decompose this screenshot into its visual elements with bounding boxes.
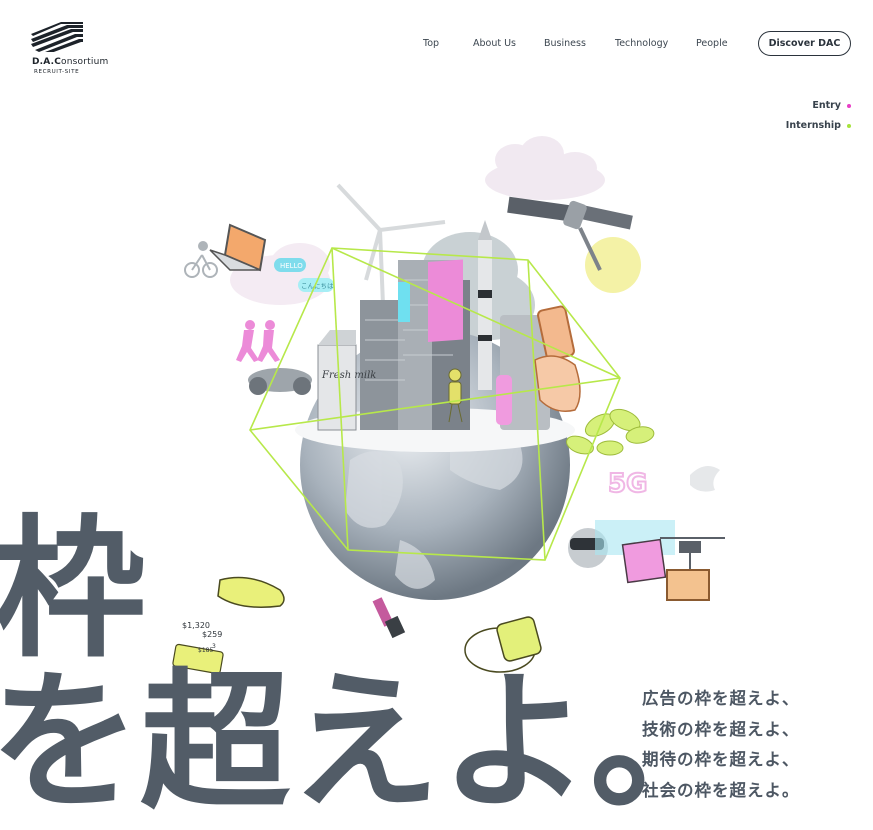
hero-heading-line1: 枠 <box>0 501 146 678</box>
lipstick-icon <box>372 597 406 639</box>
hero-heading-line2: を超えよ。 <box>0 656 741 830</box>
svg-text:3: 3 <box>212 643 216 650</box>
plant-leaves-icon <box>566 408 655 456</box>
logo-wordmark: D.A.Consortium <box>32 57 109 67</box>
tagline-line: 技術の枠を超えよ、 <box>642 719 800 739</box>
hello-bubble: HELLO <box>274 258 306 272</box>
bottle-icon <box>496 375 512 425</box>
entry-link[interactable]: Entry <box>812 100 851 111</box>
hand-phone-icon <box>534 305 581 412</box>
nav-item-people[interactable]: People <box>696 38 728 49</box>
svg-text:$1,320: $1,320 <box>182 621 210 630</box>
logo-stripes-icon <box>31 22 83 52</box>
cloud-icon <box>485 136 605 200</box>
nav-item-technology[interactable]: Technology <box>615 38 668 49</box>
cyclist-icon <box>184 241 218 278</box>
nav-item-top[interactable]: Top <box>423 38 439 49</box>
tagline: 広告の枠を超えよ、 技術の枠を超えよ、 期待の枠を超えよ、 社会の枠を超えよ。 <box>642 684 873 806</box>
svg-text:Fresh milk: Fresh milk <box>321 370 376 381</box>
5g-label: 5G <box>608 469 647 499</box>
logo-subtitle: RECRUIT-SITE <box>34 69 80 75</box>
site-logo[interactable]: D.A.Consortium RECRUIT-SITE <box>31 22 108 78</box>
entry-label: Entry <box>812 100 841 111</box>
tagline-line: 広告の枠を超えよ、 <box>642 689 800 708</box>
entry-dot-icon <box>847 103 851 108</box>
discover-dac-button[interactable]: Discover DAC <box>758 31 851 56</box>
shopping-bag-icon <box>621 538 667 584</box>
hero-collage-illustration: Fresh milk HELLO こんにちは 5G $1,320 $259 $1… <box>172 136 725 675</box>
tagline-line: 期待の枠を超えよ、 <box>642 750 800 769</box>
laptop-icon <box>209 223 267 272</box>
internship-label: Internship <box>785 120 841 131</box>
internship-dot-icon <box>847 123 851 128</box>
internship-link[interactable]: Internship <box>786 120 851 131</box>
svg-text:こんにちは: こんにちは <box>301 282 334 290</box>
nav-item-about-us[interactable]: About Us <box>473 38 516 49</box>
svg-text:$259: $259 <box>202 630 222 639</box>
nav-item-business[interactable]: Business <box>544 38 586 49</box>
rocket-icon <box>478 220 492 390</box>
runners-icon <box>236 320 280 362</box>
svg-text:HELLO: HELLO <box>280 262 303 270</box>
sun-icon <box>585 237 641 293</box>
tagline-line: 社会の枠を超えよ。 <box>642 780 800 800</box>
motorbike-icon <box>248 368 312 395</box>
sneaker-icon <box>217 576 285 608</box>
dove-icon <box>690 466 720 492</box>
